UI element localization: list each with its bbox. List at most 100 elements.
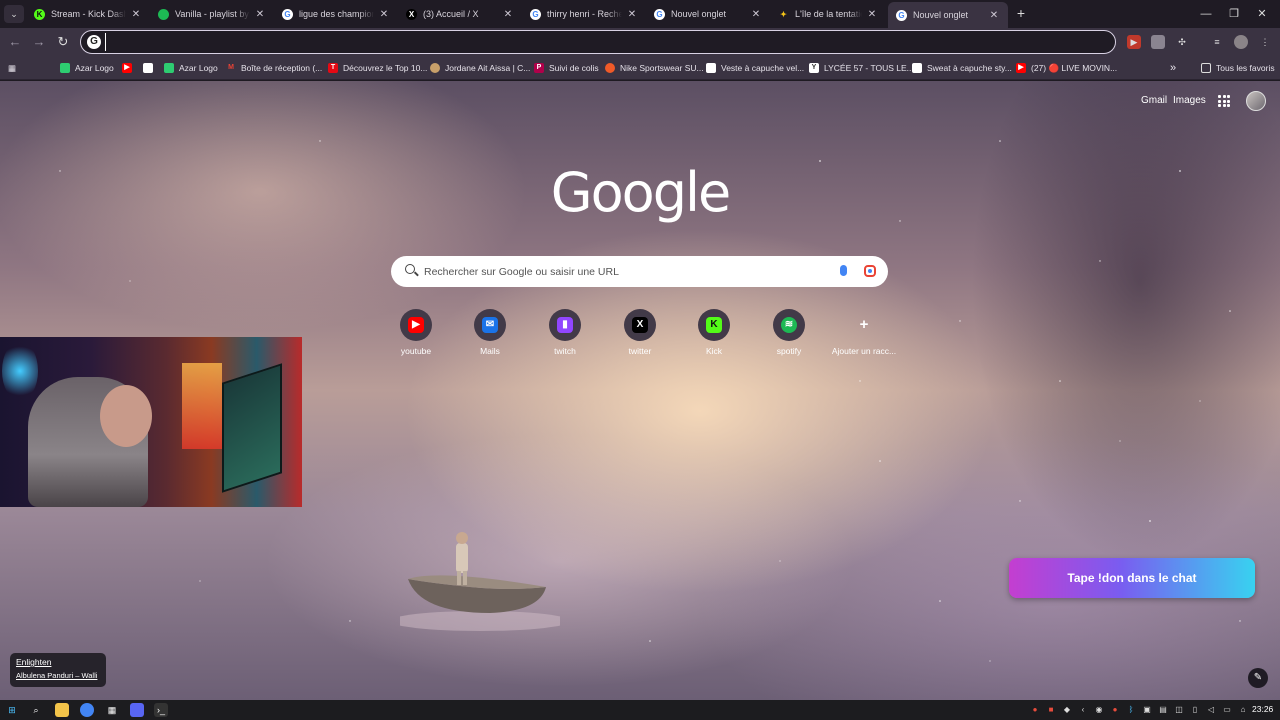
tab[interactable]: G Nouvel onglet ✕	[646, 4, 770, 24]
tray-mic-icon[interactable]: ●	[1030, 704, 1040, 716]
tf1-icon: T	[328, 63, 338, 73]
tab[interactable]: ✦ L'île de la tentation s ✕	[770, 4, 886, 24]
back-arrow-icon[interactable]: ←	[6, 34, 24, 50]
windows-start-icon[interactable]: ⊞	[5, 703, 19, 717]
customize-pencil-icon[interactable]: ✎	[1248, 668, 1268, 688]
taskbar-clock[interactable]: 23:26	[1252, 704, 1273, 714]
bookmark[interactable]: ▶ (27) 🔴 LIVE MOVIN...	[1016, 61, 1117, 75]
menu-kebab-icon[interactable]: ⋮	[1258, 35, 1272, 49]
bookmark[interactable]: Azar Logo	[60, 61, 114, 75]
tray-icon[interactable]: ▯	[1190, 704, 1200, 716]
images-link[interactable]: Images	[1173, 95, 1206, 106]
shortcut-twitch[interactable]: ▮ twitch	[528, 309, 602, 356]
tray-icon[interactable]: ◆	[1062, 704, 1072, 716]
chrome-icon[interactable]	[80, 703, 94, 717]
bookmark[interactable]: M Boîte de réception (...	[226, 61, 322, 75]
shortcut-kick[interactable]: K Kick	[677, 309, 751, 356]
search-input[interactable]	[424, 262, 824, 281]
bookmark[interactable]: Azar Logo	[164, 61, 218, 75]
address-input[interactable]	[105, 33, 1105, 51]
search-icon[interactable]: ⌕	[29, 703, 43, 717]
tab[interactable]: X (3) Accueil / X ✕	[398, 4, 522, 24]
terminal-icon[interactable]: ›_	[154, 703, 168, 717]
tab[interactable]: Vanilla - playlist by Jo ✕	[150, 4, 274, 24]
shortcut-youtube[interactable]: ▶ youtube	[379, 309, 453, 356]
volume-icon[interactable]: ◁	[1206, 704, 1216, 716]
tab-close-icon[interactable]: ✕	[130, 9, 142, 20]
tab-close-icon[interactable]: ✕	[626, 9, 638, 20]
bookmark[interactable]: Nike Sportswear SU...	[605, 61, 704, 75]
bookmark[interactable]: Sweat à capuche sty...	[912, 61, 1012, 75]
kick-icon: K	[706, 317, 722, 333]
task-view-icon[interactable]: ▦	[105, 703, 119, 717]
tray-icon[interactable]: ●	[1110, 704, 1120, 716]
shortcut-label: Mails	[480, 346, 500, 356]
tray-icon[interactable]: ◉	[1094, 704, 1104, 716]
tab-search-button[interactable]: ⌄	[4, 5, 24, 23]
tray-icon[interactable]: ▣	[1142, 704, 1152, 716]
tab-close-icon[interactable]: ✕	[378, 9, 390, 20]
shortcut-label: Kick	[705, 346, 723, 356]
tray-record-icon[interactable]: ■	[1046, 704, 1056, 716]
address-bar[interactable]: G	[80, 30, 1116, 54]
shortcut-twitter[interactable]: X twitter	[603, 309, 677, 356]
bookmark[interactable]	[143, 61, 158, 75]
extension-red-icon[interactable]: ▶	[1127, 35, 1141, 49]
shortcut-tile: ✉	[474, 309, 506, 341]
bookmark[interactable]: Y LYCÉE 57 - TOUS LE...	[809, 61, 914, 75]
reload-icon[interactable]: ↻	[54, 34, 72, 50]
close-window-button[interactable]: ✕	[1250, 5, 1274, 23]
forward-arrow-icon[interactable]: →	[30, 34, 48, 50]
tab[interactable]: G ligue des champions ✕	[274, 4, 398, 24]
google-apps-icon[interactable]	[1218, 95, 1230, 107]
all-bookmarks-label: Tous les favoris	[1216, 63, 1275, 73]
gmail-link[interactable]: Gmail	[1141, 95, 1167, 106]
google-favicon-icon: G	[282, 8, 293, 20]
tab[interactable]: K Stream - Kick Dashboard ✕	[26, 4, 150, 24]
shortcut-spotify[interactable]: ≋ spotify	[752, 309, 826, 356]
new-tab-button[interactable]: +	[1014, 5, 1028, 23]
tab-close-icon[interactable]: ✕	[254, 9, 266, 20]
add-shortcut-button[interactable]: + Ajouter un racc...	[827, 309, 901, 357]
bookmark-label: Jordane Ait Aissa | C...	[445, 63, 531, 73]
extension-gray-icon[interactable]	[1151, 35, 1165, 49]
shortcut-mails[interactable]: ✉ Mails	[453, 309, 527, 356]
tab-close-icon[interactable]: ✕	[988, 10, 1000, 21]
microphone-icon[interactable]	[840, 265, 847, 276]
tab-close-icon[interactable]: ✕	[750, 9, 762, 20]
bookmark-label: Veste à capuche vel...	[721, 63, 805, 73]
tab-title: L'île de la tentation s	[795, 9, 862, 19]
restore-button[interactable]: ❐	[1222, 5, 1246, 23]
tray-icon[interactable]: ▭	[1222, 704, 1232, 716]
apps-grid-icon[interactable]: ▦	[8, 61, 16, 75]
bookmark[interactable]: Jordane Ait Aissa | C...	[430, 61, 530, 75]
profile-avatar-icon[interactable]	[1234, 35, 1248, 49]
tab-close-icon[interactable]: ✕	[866, 9, 878, 20]
discord-icon[interactable]	[130, 703, 144, 717]
language-icon[interactable]: ⌂	[1238, 704, 1248, 716]
google-favicon-icon: G	[896, 9, 907, 21]
bookmark[interactable]: P Suivi de colis	[534, 61, 599, 75]
bookmark[interactable]: T Découvrez le Top 10...	[328, 61, 427, 75]
file-explorer-icon[interactable]	[55, 703, 69, 717]
bookmark[interactable]: ▶	[122, 61, 137, 75]
search-box[interactable]	[391, 256, 888, 287]
account-avatar[interactable]	[1246, 91, 1266, 111]
tab-close-icon[interactable]: ✕	[502, 9, 514, 20]
minimize-button[interactable]: —	[1194, 5, 1218, 23]
bookmark[interactable]: Veste à capuche vel...	[706, 61, 804, 75]
shortcut-tile: K	[698, 309, 730, 341]
tray-icon[interactable]: ‹	[1078, 704, 1088, 716]
tray-icon[interactable]: ◫	[1174, 704, 1184, 716]
media-control-icon[interactable]: ≡	[1210, 35, 1224, 49]
kick-favicon-icon: K	[34, 8, 45, 20]
extensions-puzzle-icon[interactable]: ✣	[1175, 35, 1189, 49]
google-lens-icon[interactable]	[864, 265, 876, 277]
tab[interactable]: G thirry henri - Recherche ✕	[522, 4, 646, 24]
tray-icon[interactable]: ▤	[1158, 704, 1168, 716]
all-bookmarks-folder[interactable]: Tous les favoris	[1201, 61, 1275, 75]
webcam-light	[2, 341, 38, 401]
bookmarks-overflow-icon[interactable]: »	[1170, 61, 1176, 75]
tab-active[interactable]: G Nouvel onglet ✕	[888, 2, 1008, 28]
bluetooth-icon[interactable]: ᛒ	[1126, 704, 1136, 716]
